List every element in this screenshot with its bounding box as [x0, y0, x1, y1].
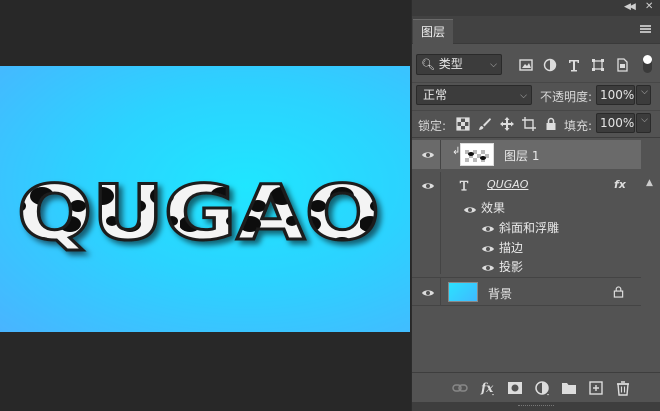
chevron-down-icon: ⌵: [490, 60, 497, 70]
lock-image-pixels-icon[interactable]: [478, 117, 492, 131]
search-icon: 🔍︎: [421, 58, 435, 71]
panel-tab-bar: 图层: [412, 16, 660, 44]
svg-text:fx: fx: [480, 381, 494, 395]
layer-thumbnail-1[interactable]: [460, 143, 494, 166]
effect-stroke[interactable]: 描边: [499, 239, 523, 256]
lock-transparent-pixels-icon[interactable]: [456, 117, 470, 131]
eye-icon[interactable]: [421, 181, 435, 191]
document-canvas[interactable]: QUGAO: [0, 66, 410, 332]
effect-drop-shadow[interactable]: 投影: [499, 258, 523, 275]
eye-icon[interactable]: [481, 263, 495, 273]
layer-row-text[interactable]: QUGAO fx: [412, 172, 641, 200]
filter-kind-select[interactable]: 🔍︎ 类型 ⌵: [416, 54, 502, 75]
fill-input[interactable]: 100%: [596, 113, 635, 133]
filter-toggle-switch[interactable]: [643, 55, 652, 73]
effects-label[interactable]: 效果: [481, 199, 505, 216]
panel-resize-grip[interactable]: [412, 402, 660, 411]
visibility-separator: [440, 172, 441, 200]
tab-layers[interactable]: 图层: [413, 19, 453, 44]
mask-icon[interactable]: [507, 380, 523, 396]
layer-name-background[interactable]: 背景: [488, 285, 512, 302]
fill-label: 填充:: [564, 119, 593, 133]
layer-thumbnail-background[interactable]: [448, 282, 478, 302]
adjustment-icon[interactable]: [534, 380, 550, 396]
effect-bevel-emboss[interactable]: 斜面和浮雕: [499, 219, 559, 236]
eye-icon[interactable]: [481, 244, 495, 254]
layers-list: ↲ 图层 1 QUGAO fx 效果 斜面和浮雕 描边 投影 背景 ▲: [412, 137, 660, 372]
blend-row: 正常 ⌵ 不透明度: 100% ⌵: [412, 82, 660, 108]
layer-filter-row: 🔍︎ 类型 ⌵: [412, 53, 660, 79]
blend-mode-select[interactable]: 正常 ⌵: [416, 85, 532, 105]
fx-indicator[interactable]: fx: [614, 178, 626, 191]
collapse-panel-icon[interactable]: ◀◀: [624, 2, 636, 12]
grip-dots: [518, 405, 554, 408]
chevron-down-icon: ⌵: [520, 91, 527, 101]
filter-kind-label: 类型: [438, 57, 463, 71]
canvas-artwork: QUGAO: [16, 167, 382, 259]
layer-row-background[interactable]: 背景: [412, 277, 641, 306]
lock-artboard-icon[interactable]: [522, 117, 536, 131]
shape-filter-icon[interactable]: [591, 58, 605, 72]
type-layer-icon: [459, 180, 469, 191]
layers-bottom-toolbar: fx: [412, 372, 660, 402]
blend-mode-value: 正常: [423, 88, 448, 102]
layer-row-1[interactable]: ↲ 图层 1: [412, 140, 641, 169]
panel-menu-icon[interactable]: [640, 25, 651, 33]
visibility-separator: [440, 278, 441, 305]
lock-row: 锁定: 填充: 100% ⌵: [412, 110, 660, 136]
new-layer-icon[interactable]: [588, 380, 604, 396]
scroll-up-icon[interactable]: ▲: [646, 178, 653, 188]
smart-object-filter-icon[interactable]: [615, 58, 629, 72]
fx-icon[interactable]: fx: [480, 380, 496, 396]
panel-title-bar: ◀◀ ✕: [412, 0, 660, 16]
layers-scrollbar[interactable]: ▲: [641, 170, 660, 240]
link-icon[interactable]: [452, 380, 468, 396]
opacity-dropdown[interactable]: ⌵: [636, 85, 651, 105]
close-icon[interactable]: ✕: [645, 1, 653, 12]
trash-icon[interactable]: [615, 380, 631, 396]
image-filter-icon[interactable]: [519, 58, 533, 72]
group-folder-icon[interactable]: [561, 380, 577, 396]
fill-dropdown[interactable]: ⌵: [636, 113, 651, 133]
opacity-label: 不透明度:: [540, 90, 593, 104]
eye-icon[interactable]: [481, 224, 495, 234]
chevron-down-icon: ⌵: [641, 87, 648, 97]
layers-panel: ◀◀ ✕ 图层 🔍︎ 类型 ⌵ 正常 ⌵ 不透明度: 100% ⌵ 锁定: 填充…: [411, 0, 660, 411]
eye-icon[interactable]: [463, 205, 477, 215]
eye-icon[interactable]: [421, 288, 435, 298]
lock-all-icon[interactable]: [544, 117, 558, 131]
lock-icon[interactable]: [613, 286, 624, 298]
visibility-separator: [440, 200, 441, 274]
visibility-separator: [440, 140, 441, 169]
opacity-input[interactable]: 100%: [596, 85, 635, 105]
type-filter-icon[interactable]: [567, 58, 581, 72]
layer-name-1[interactable]: 图层 1: [504, 147, 539, 164]
canvas-art-text: QUGAO: [17, 168, 380, 257]
chevron-down-icon: ⌵: [641, 115, 648, 125]
thumbnail-preview: [461, 144, 493, 165]
adjustment-filter-icon[interactable]: [543, 58, 557, 72]
eye-icon[interactable]: [421, 150, 435, 160]
lock-label: 锁定:: [418, 119, 447, 133]
lock-position-icon[interactable]: [500, 117, 514, 131]
layer-name-text[interactable]: QUGAO: [487, 178, 528, 191]
